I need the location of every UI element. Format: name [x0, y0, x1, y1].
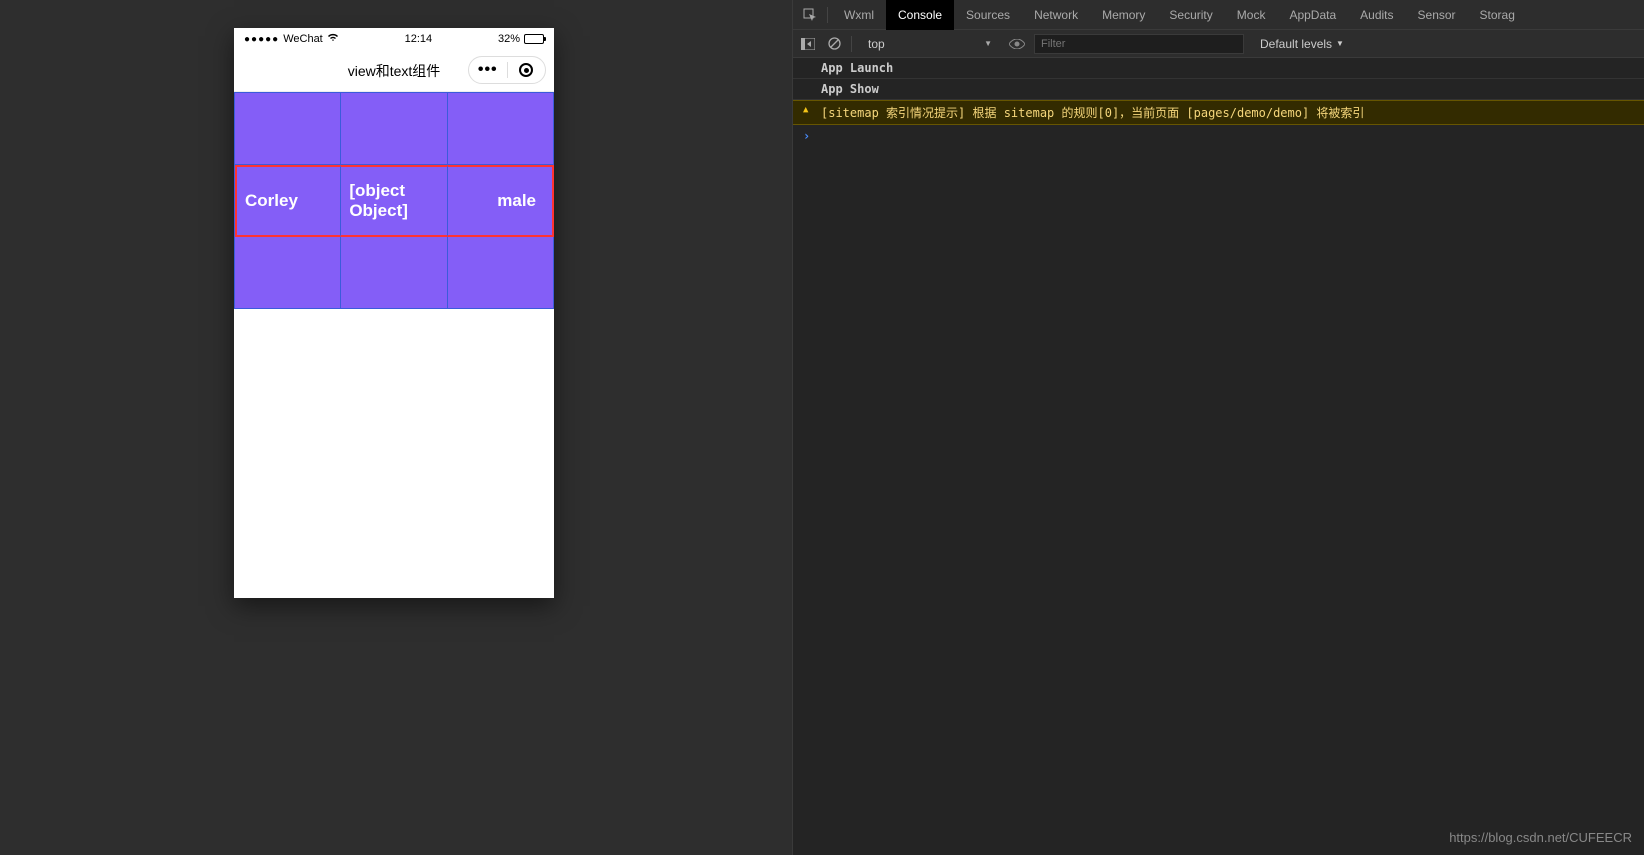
- tab-audits[interactable]: Audits: [1348, 0, 1405, 30]
- cell-r3c1: [235, 237, 341, 309]
- status-bar: ●●●●● WeChat 12:14 32%: [234, 28, 554, 50]
- sidebar-toggle-icon[interactable]: [799, 38, 817, 50]
- live-expression-icon[interactable]: [1008, 39, 1026, 49]
- levels-label: Default levels: [1260, 37, 1332, 51]
- clock: 12:14: [405, 33, 433, 45]
- capsule-close[interactable]: [508, 57, 546, 83]
- cell-r2c1[interactable]: Corley: [235, 165, 341, 237]
- console-toolbar: top ▼ Default levels ▼: [793, 30, 1644, 58]
- console-log-line: App Show: [793, 79, 1644, 100]
- chevron-down-icon: ▼: [1336, 39, 1344, 48]
- console-output[interactable]: App Launch App Show [sitemap 索引情况提示] 根据 …: [793, 58, 1644, 147]
- more-icon: •••: [478, 61, 498, 79]
- wifi-icon: [327, 33, 339, 45]
- tab-mock[interactable]: Mock: [1225, 0, 1278, 30]
- phone-simulator: ●●●●● WeChat 12:14 32% view和text组件 ••• C…: [234, 28, 554, 598]
- capsule-menu[interactable]: •••: [469, 57, 507, 83]
- nav-bar: view和text组件 •••: [234, 50, 554, 92]
- cell-r1c1: [235, 93, 341, 165]
- console-prompt[interactable]: ›: [793, 125, 1644, 147]
- devtools-tabs: Wxml Console Sources Network Memory Secu…: [793, 0, 1644, 30]
- battery-icon: [524, 34, 544, 44]
- battery-pct: 32%: [498, 33, 520, 45]
- page-title: view和text组件: [348, 61, 441, 81]
- cell-r3c2: [341, 237, 447, 309]
- console-warn-line: [sitemap 索引情况提示] 根据 sitemap 的规则[0]，当前页面 …: [793, 100, 1644, 125]
- log-levels-selector[interactable]: Default levels ▼: [1260, 37, 1344, 51]
- tab-security[interactable]: Security: [1157, 0, 1224, 30]
- tab-console[interactable]: Console: [886, 0, 954, 30]
- divider: [851, 36, 852, 52]
- tab-sources[interactable]: Sources: [954, 0, 1022, 30]
- tab-sensor[interactable]: Sensor: [1406, 0, 1468, 30]
- signal-icon: ●●●●●: [244, 34, 279, 45]
- cell-r2c2[interactable]: [object Object]: [341, 165, 447, 237]
- context-selector[interactable]: top ▼: [860, 37, 1000, 51]
- cell-r3c3: [448, 237, 554, 309]
- cell-r1c3: [448, 93, 554, 165]
- divider: [827, 7, 828, 23]
- grid: Corley [object Object] male: [234, 92, 554, 309]
- status-left: ●●●●● WeChat: [244, 33, 339, 45]
- status-right: 32%: [498, 33, 544, 45]
- clear-console-icon[interactable]: [825, 37, 843, 50]
- inspect-icon[interactable]: [797, 0, 823, 30]
- console-log-line: App Launch: [793, 58, 1644, 79]
- watermark: https://blog.csdn.net/CUFEECR: [1449, 830, 1632, 845]
- cell-r1c2: [341, 93, 447, 165]
- context-value: top: [868, 37, 885, 51]
- tab-memory[interactable]: Memory: [1090, 0, 1157, 30]
- tab-appdata[interactable]: AppData: [1277, 0, 1348, 30]
- capsule-button[interactable]: •••: [468, 56, 546, 84]
- chevron-down-icon: ▼: [984, 39, 992, 48]
- cell-r2c3[interactable]: male: [448, 165, 554, 237]
- content-area: Corley [object Object] male: [234, 92, 554, 309]
- tab-storage[interactable]: Storag: [1468, 0, 1527, 30]
- carrier-label: WeChat: [283, 33, 323, 45]
- devtools-panel: Wxml Console Sources Network Memory Secu…: [792, 0, 1644, 855]
- tab-wxml[interactable]: Wxml: [832, 0, 886, 30]
- filter-input[interactable]: [1034, 34, 1244, 54]
- tab-network[interactable]: Network: [1022, 0, 1090, 30]
- target-icon: [519, 63, 533, 77]
